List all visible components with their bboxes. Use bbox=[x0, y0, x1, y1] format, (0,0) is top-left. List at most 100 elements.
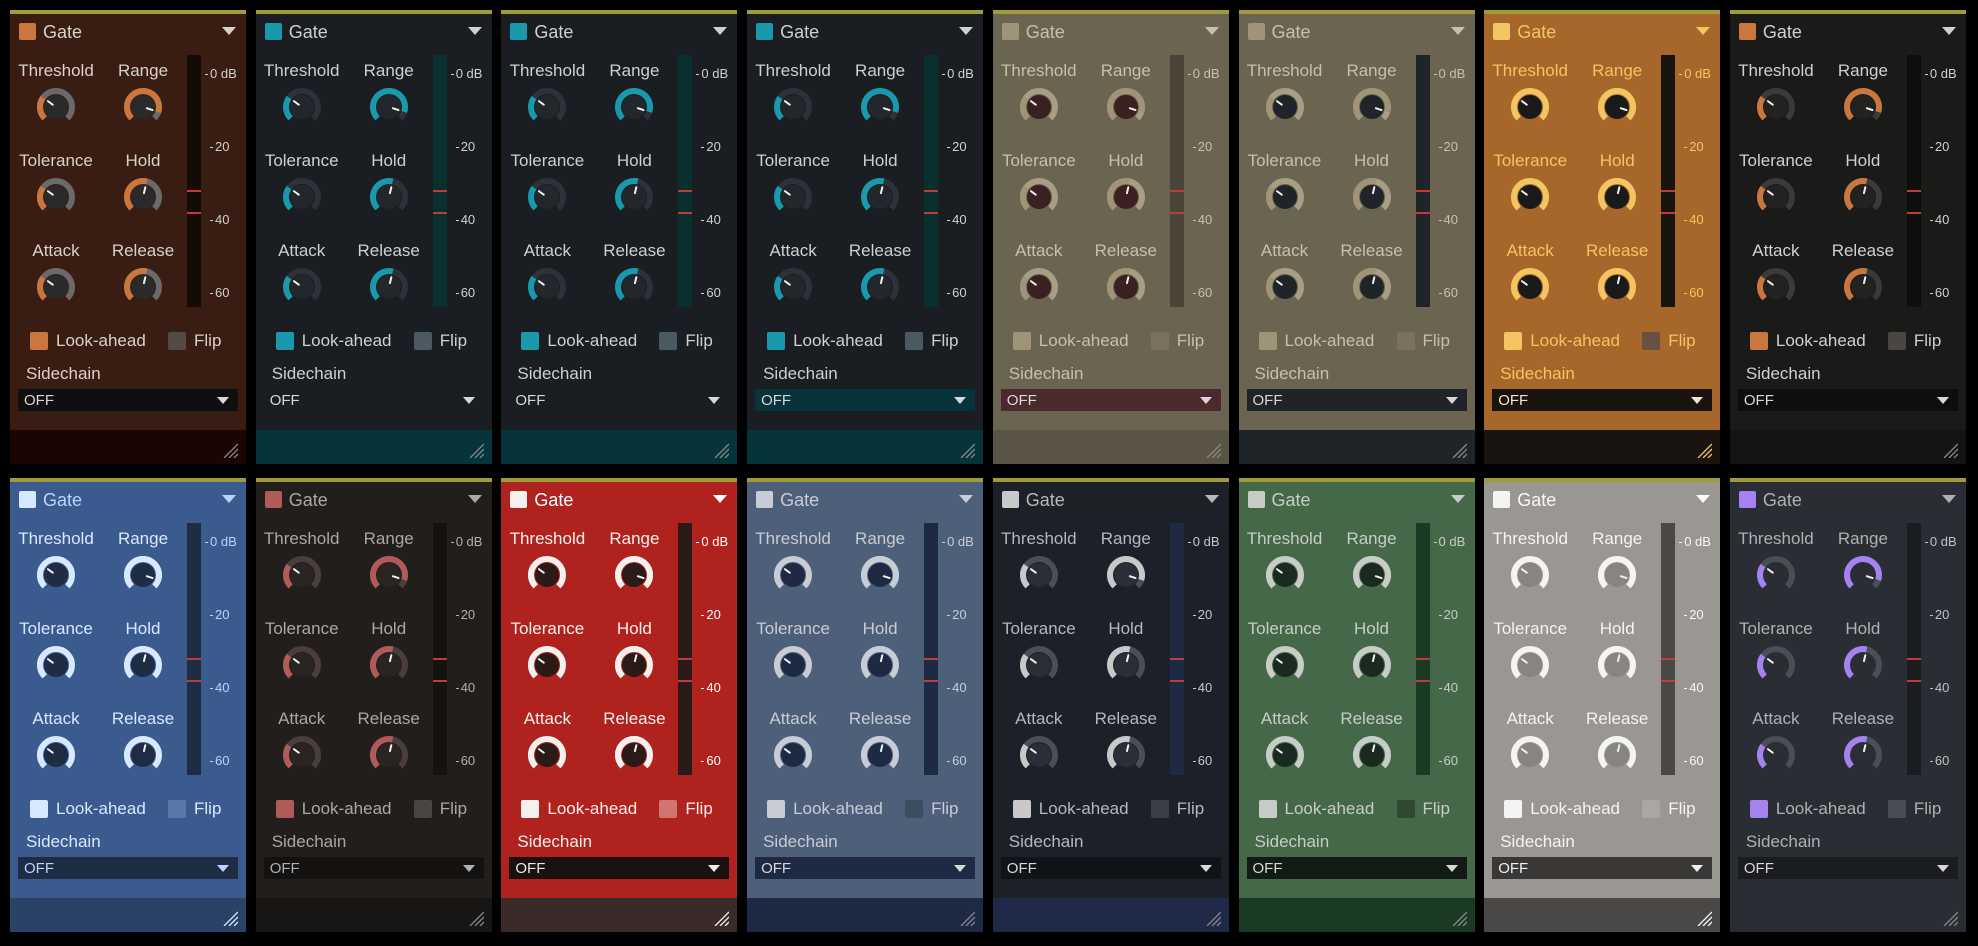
panel-header[interactable]: Gate bbox=[1484, 482, 1721, 514]
range-knob[interactable] bbox=[1841, 553, 1885, 597]
lookahead-checkbox[interactable] bbox=[767, 800, 786, 818]
hold-knob-wrap[interactable] bbox=[858, 175, 902, 224]
tolerance-knob[interactable] bbox=[1263, 175, 1307, 219]
attack-knob-wrap[interactable] bbox=[1263, 265, 1307, 314]
flip-checkbox[interactable] bbox=[1887, 800, 1906, 818]
threshold-marker[interactable] bbox=[187, 190, 201, 214]
hold-knob-wrap[interactable] bbox=[612, 643, 656, 692]
menu-chevron-down-icon[interactable] bbox=[467, 27, 482, 35]
range-knob[interactable] bbox=[121, 553, 165, 597]
sidechain-select[interactable]: OFF bbox=[1492, 389, 1713, 411]
sidechain-select[interactable]: OFF bbox=[18, 857, 238, 879]
hold-knob-wrap[interactable] bbox=[1595, 175, 1639, 224]
panel-header[interactable]: Gate bbox=[747, 14, 984, 46]
sidechain-select[interactable]: OFF bbox=[1492, 857, 1713, 879]
threshold-knob[interactable] bbox=[771, 553, 815, 597]
threshold-knob[interactable] bbox=[1508, 85, 1552, 129]
sidechain-select[interactable]: OFF bbox=[263, 389, 484, 411]
menu-chevron-down-icon[interactable] bbox=[1204, 27, 1219, 35]
range-knob[interactable] bbox=[1595, 85, 1639, 129]
threshold-knob-wrap[interactable] bbox=[1017, 85, 1061, 134]
range-knob-wrap[interactable] bbox=[612, 553, 656, 602]
sidechain-select[interactable]: OFF bbox=[755, 389, 976, 411]
attack-knob[interactable] bbox=[771, 265, 815, 309]
tolerance-knob-wrap[interactable] bbox=[525, 643, 569, 692]
threshold-knob-wrap[interactable] bbox=[1754, 85, 1798, 134]
release-knob-wrap[interactable] bbox=[121, 733, 165, 782]
sidechain-select[interactable]: OFF bbox=[1000, 389, 1221, 411]
hold-knob-wrap[interactable] bbox=[1350, 175, 1394, 224]
tolerance-knob[interactable] bbox=[280, 175, 324, 219]
hold-knob-wrap[interactable] bbox=[1350, 643, 1394, 692]
tolerance-knob-wrap[interactable] bbox=[771, 643, 815, 692]
lookahead-checkbox[interactable] bbox=[1012, 332, 1031, 350]
color-swatch-icon[interactable] bbox=[1001, 23, 1019, 40]
threshold-knob-wrap[interactable] bbox=[1263, 553, 1307, 602]
tolerance-knob[interactable] bbox=[34, 643, 78, 687]
color-swatch-icon[interactable] bbox=[510, 491, 528, 508]
resize-grip-icon[interactable] bbox=[1696, 910, 1713, 926]
panel-header[interactable]: Gate bbox=[747, 482, 984, 514]
lookahead-checkbox[interactable] bbox=[30, 800, 48, 818]
threshold-marker[interactable] bbox=[678, 658, 693, 682]
sidechain-select[interactable]: OFF bbox=[263, 857, 484, 879]
menu-chevron-down-icon[interactable] bbox=[467, 495, 482, 503]
release-knob[interactable] bbox=[1841, 265, 1885, 309]
menu-chevron-down-icon[interactable] bbox=[713, 495, 728, 503]
sidechain-select[interactable]: OFF bbox=[509, 857, 730, 879]
tolerance-knob-wrap[interactable] bbox=[34, 175, 78, 224]
attack-knob-wrap[interactable] bbox=[280, 733, 324, 782]
hold-knob[interactable] bbox=[858, 643, 902, 687]
color-swatch-icon[interactable] bbox=[1738, 491, 1756, 508]
range-knob-wrap[interactable] bbox=[1595, 553, 1639, 602]
release-knob-wrap[interactable] bbox=[1104, 265, 1148, 314]
flip-checkbox[interactable] bbox=[413, 332, 432, 350]
color-swatch-icon[interactable] bbox=[264, 491, 282, 508]
resize-grip-icon[interactable] bbox=[713, 442, 730, 458]
color-swatch-icon[interactable] bbox=[1493, 491, 1511, 508]
color-swatch-icon[interactable] bbox=[756, 23, 774, 40]
attack-knob-wrap[interactable] bbox=[1754, 733, 1798, 782]
range-knob-wrap[interactable] bbox=[858, 553, 902, 602]
release-knob-wrap[interactable] bbox=[1350, 265, 1394, 314]
range-knob-wrap[interactable] bbox=[367, 553, 411, 602]
range-knob-wrap[interactable] bbox=[1350, 85, 1394, 134]
threshold-knob-wrap[interactable] bbox=[525, 85, 569, 134]
tolerance-knob-wrap[interactable] bbox=[771, 175, 815, 224]
flip-checkbox[interactable] bbox=[1642, 800, 1661, 818]
tolerance-knob-wrap[interactable] bbox=[34, 643, 78, 692]
threshold-knob-wrap[interactable] bbox=[1508, 85, 1552, 134]
threshold-marker[interactable] bbox=[1169, 190, 1184, 214]
threshold-marker[interactable] bbox=[1906, 658, 1921, 682]
release-knob[interactable] bbox=[121, 265, 165, 309]
lookahead-checkbox[interactable] bbox=[1258, 800, 1277, 818]
lookahead-checkbox[interactable] bbox=[1258, 332, 1277, 350]
hold-knob[interactable] bbox=[121, 175, 165, 219]
attack-knob-wrap[interactable] bbox=[771, 265, 815, 314]
sidechain-select[interactable]: OFF bbox=[1246, 389, 1467, 411]
range-knob-wrap[interactable] bbox=[367, 85, 411, 134]
lookahead-checkbox[interactable] bbox=[30, 332, 48, 350]
attack-knob[interactable] bbox=[1263, 733, 1307, 777]
hold-knob-wrap[interactable] bbox=[1104, 175, 1148, 224]
flip-checkbox[interactable] bbox=[905, 800, 924, 818]
resize-grip-icon[interactable] bbox=[959, 442, 976, 458]
lookahead-checkbox[interactable] bbox=[275, 800, 294, 818]
panel-header[interactable]: Gate bbox=[1238, 14, 1475, 46]
flip-checkbox[interactable] bbox=[1396, 332, 1415, 350]
lookahead-checkbox[interactable] bbox=[521, 800, 540, 818]
range-knob-wrap[interactable] bbox=[1841, 85, 1885, 134]
color-swatch-icon[interactable] bbox=[264, 23, 282, 40]
threshold-knob[interactable] bbox=[1263, 85, 1307, 129]
threshold-marker[interactable] bbox=[432, 658, 447, 682]
threshold-knob-wrap[interactable] bbox=[34, 553, 78, 602]
range-knob[interactable] bbox=[612, 85, 656, 129]
flip-checkbox[interactable] bbox=[413, 800, 432, 818]
threshold-marker[interactable] bbox=[1169, 658, 1184, 682]
menu-chevron-down-icon[interactable] bbox=[222, 27, 236, 35]
panel-header[interactable]: Gate bbox=[501, 14, 738, 46]
hold-knob-wrap[interactable] bbox=[1104, 643, 1148, 692]
hold-knob[interactable] bbox=[1841, 643, 1885, 687]
threshold-knob-wrap[interactable] bbox=[1508, 553, 1552, 602]
range-knob-wrap[interactable] bbox=[1104, 85, 1148, 134]
